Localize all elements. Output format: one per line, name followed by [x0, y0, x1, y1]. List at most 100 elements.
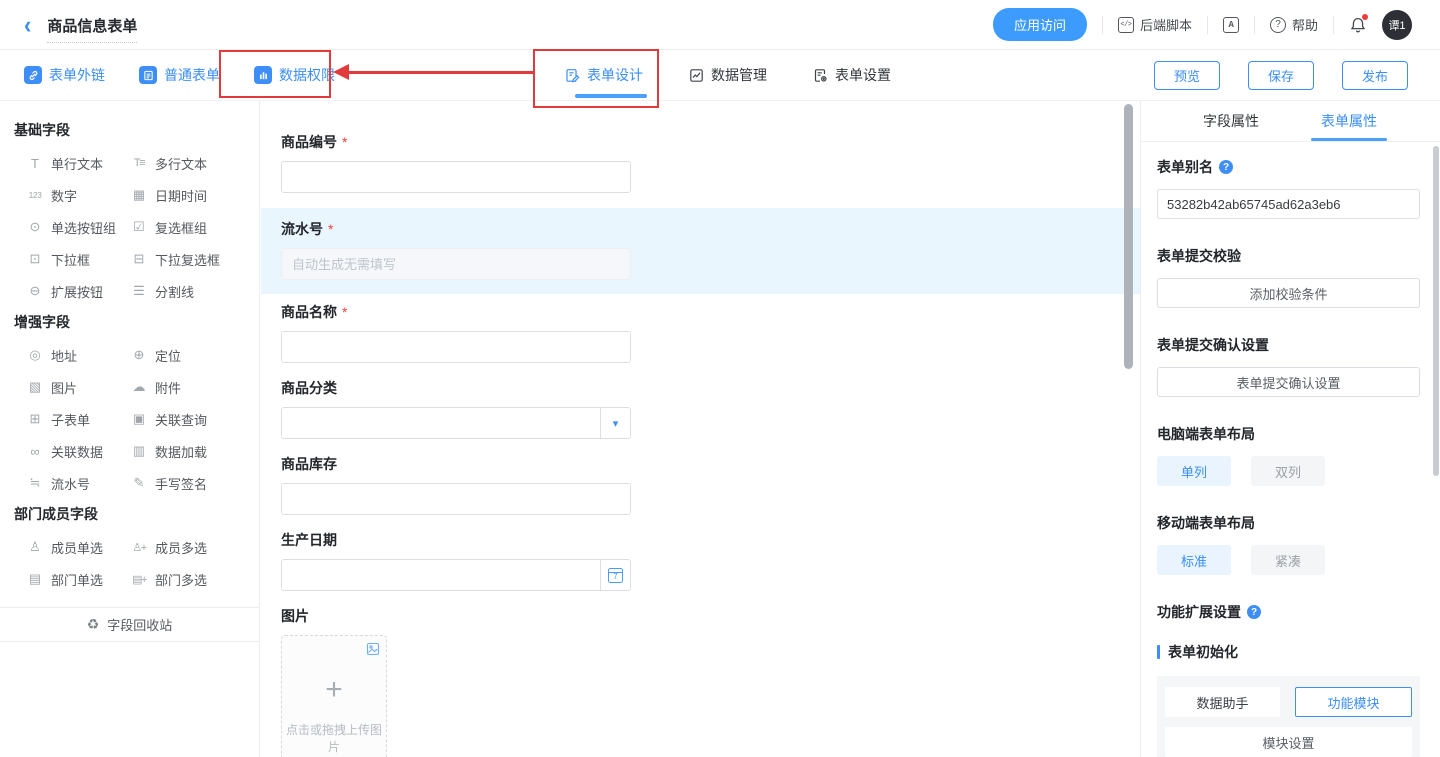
section-title-dept-member: 部门成员字段: [0, 504, 259, 524]
top-header: ‹ 商品信息表单 应用访问 </> 后端脚本 A ? 帮助 谭1: [0, 0, 1440, 50]
mobile-layout-standard[interactable]: 标准: [1157, 545, 1231, 575]
tab-data-manage[interactable]: 数据管理: [689, 50, 767, 100]
data-permission-label: 数据权限: [279, 65, 335, 85]
field-type-label: 子表单: [51, 410, 90, 429]
divider: [1333, 16, 1334, 34]
avatar[interactable]: 谭1: [1382, 10, 1412, 40]
back-icon[interactable]: ‹: [24, 12, 31, 37]
help-question-icon[interactable]: ?: [1247, 605, 1261, 619]
field-type-dept-single[interactable]: ▤部门单选: [26, 563, 130, 595]
canvas-field-product-name[interactable]: 商品名称*: [281, 302, 1140, 363]
canvas-scrollbar[interactable]: [1124, 104, 1133, 369]
panel-scrollbar[interactable]: [1433, 146, 1439, 476]
mobile-layout-compact[interactable]: 紧凑: [1251, 545, 1325, 575]
field-type-lookup[interactable]: ▣关联查询: [130, 403, 259, 435]
function-module-button[interactable]: 功能模块: [1295, 687, 1412, 717]
field-type-data-load[interactable]: ▥数据加载: [130, 435, 259, 467]
tab-form-design-label: 表单设计: [587, 65, 643, 85]
field-label: 生产日期: [281, 532, 337, 548]
canvas-field-product-code[interactable]: 商品编号 *: [281, 132, 1140, 193]
extend-button-icon: ⊖: [26, 283, 44, 299]
field-type-single-text[interactable]: T单行文本: [26, 147, 130, 179]
dept-single-icon: ▤: [26, 571, 44, 587]
related-data-icon: ∞: [26, 444, 44, 459]
field-type-label: 下拉复选框: [155, 250, 220, 269]
module-settings-button[interactable]: 模块设置: [1165, 727, 1412, 757]
tab-field-properties[interactable]: 字段属性: [1186, 101, 1276, 141]
field-type-label: 单选按钮组: [51, 218, 116, 237]
pc-layout-single-column[interactable]: 单列: [1157, 456, 1231, 486]
preview-button[interactable]: 预览: [1154, 61, 1220, 90]
help-button[interactable]: ? 帮助: [1270, 15, 1318, 34]
canvas-field-image[interactable]: 图片 + 点击或拖拽上传图片: [281, 606, 1140, 757]
product-category-select[interactable]: ▾: [281, 407, 631, 439]
field-type-checkbox-group[interactable]: ☑复选框组: [130, 211, 259, 243]
field-type-label: 定位: [155, 346, 181, 365]
page-title[interactable]: 商品信息表单: [47, 15, 137, 43]
help-question-icon[interactable]: ?: [1219, 160, 1233, 174]
field-type-location[interactable]: ⊕定位: [130, 339, 259, 371]
product-code-input[interactable]: [281, 161, 631, 193]
field-type-datetime[interactable]: ▦日期时间: [130, 179, 259, 211]
field-type-divider[interactable]: ☰分割线: [130, 275, 259, 307]
field-type-extend-button[interactable]: ⊖扩展按钮: [26, 275, 130, 307]
tab-form-properties[interactable]: 表单属性: [1304, 101, 1394, 141]
publish-button[interactable]: 发布: [1342, 61, 1408, 90]
field-type-label: 手写签名: [155, 474, 207, 493]
field-type-attachment[interactable]: ☁附件: [130, 371, 259, 403]
field-type-multi-text[interactable]: T≡多行文本: [130, 147, 259, 179]
field-label: 商品编号: [281, 134, 337, 150]
data-assistant-button[interactable]: 数据助手: [1165, 687, 1280, 717]
image-upload-dropzone[interactable]: + 点击或拖拽上传图片: [281, 635, 387, 757]
field-type-subform[interactable]: ⊞ 子表单: [26, 403, 130, 435]
field-type-label: 流水号: [51, 474, 90, 493]
normal-form-button[interactable]: 普通表单: [139, 65, 220, 85]
canvas-field-serial-number[interactable]: 流水号*: [261, 208, 1140, 294]
subform-icon: ⊞: [26, 411, 44, 427]
link-icon: [24, 66, 42, 84]
field-type-multi-select[interactable]: ⊟ 下拉复选框: [130, 243, 259, 275]
field-recycle-bin-button[interactable]: ♻ 字段回收站: [0, 607, 259, 642]
production-date-picker[interactable]: 7: [281, 559, 631, 591]
field-type-number[interactable]: 123数字: [26, 179, 130, 211]
field-type-label: 日期时间: [155, 186, 207, 205]
member-multi-icon: ♙+: [130, 541, 148, 554]
field-type-signature[interactable]: ✎手写签名: [130, 467, 259, 499]
backend-script-button[interactable]: </> 后端脚本: [1118, 15, 1192, 34]
field-type-related-data[interactable]: ∞关联数据: [26, 435, 130, 467]
product-name-input[interactable]: [281, 331, 631, 363]
field-type-address[interactable]: ◎地址: [26, 339, 130, 371]
pc-layout-double-column[interactable]: 双列: [1251, 456, 1325, 486]
field-type-image[interactable]: ▧图片: [26, 371, 130, 403]
field-type-member-multi[interactable]: ♙+成员多选: [130, 531, 259, 563]
required-mark: *: [342, 134, 347, 150]
save-button[interactable]: 保存: [1248, 61, 1314, 90]
data-permission-button[interactable]: 数据权限: [254, 65, 335, 85]
field-type-radio-group[interactable]: ⊙单选按钮组: [26, 211, 130, 243]
multi-select-icon: ⊟: [130, 251, 148, 267]
field-type-select[interactable]: ⊡下拉框: [26, 243, 130, 275]
help-label: 帮助: [1292, 15, 1318, 34]
tab-form-settings[interactable]: 表单设置: [813, 50, 891, 100]
external-link-button[interactable]: 表单外链: [24, 65, 105, 85]
translate-icon[interactable]: A: [1223, 17, 1239, 33]
canvas-field-product-category[interactable]: 商品分类 ▾: [281, 378, 1140, 439]
submit-confirm-button[interactable]: 表单提交确认设置: [1157, 367, 1420, 397]
canvas-field-production-date[interactable]: 生产日期 7: [281, 530, 1140, 591]
tab-form-design[interactable]: 表单设计: [565, 50, 643, 100]
app-access-button[interactable]: 应用访问: [993, 8, 1087, 41]
field-type-label: 复选框组: [155, 218, 207, 237]
product-stock-input[interactable]: [281, 483, 631, 515]
field-label: 商品名称: [281, 304, 337, 320]
canvas-field-product-stock[interactable]: 商品库存: [281, 454, 1140, 515]
notification-bell-icon[interactable]: [1349, 16, 1367, 34]
field-type-serial-number[interactable]: ≒流水号: [26, 467, 130, 499]
form-alias-input[interactable]: [1157, 189, 1420, 219]
normal-form-label: 普通表单: [164, 65, 220, 85]
field-type-dept-multi[interactable]: ▤+部门多选: [130, 563, 259, 595]
properties-panel: 字段属性 表单属性 表单别名 ? 表单提交校验 添加校验条件 表单提交确认设置 …: [1140, 101, 1440, 757]
active-tab-underline: [1311, 138, 1387, 141]
field-type-label: 附件: [155, 378, 181, 397]
field-type-member-single[interactable]: ♙成员单选: [26, 531, 130, 563]
add-validation-button[interactable]: 添加校验条件: [1157, 278, 1420, 308]
